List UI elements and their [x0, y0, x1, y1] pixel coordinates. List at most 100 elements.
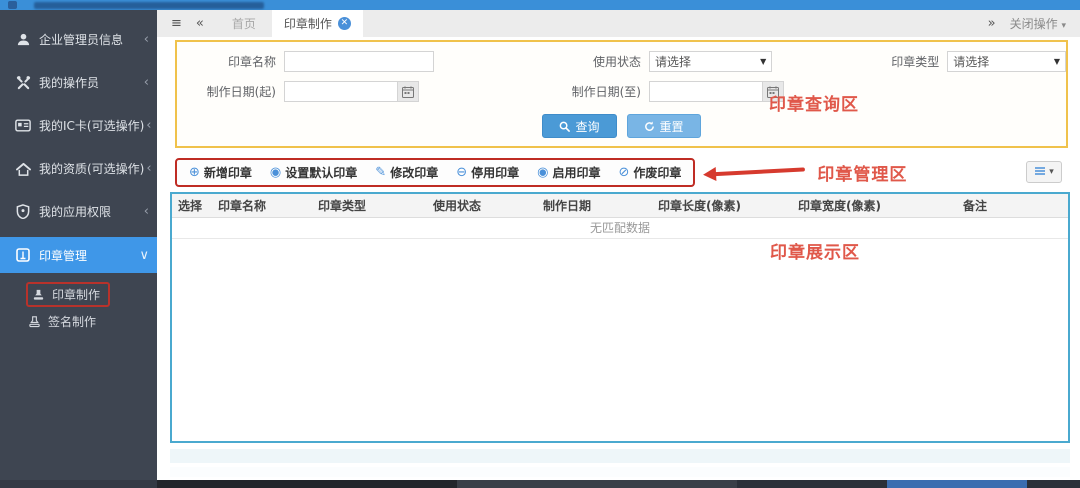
date-to-field: [649, 81, 784, 102]
shield-icon: [14, 204, 32, 220]
annotation-arrow: [703, 164, 807, 182]
col-header-seal-width[interactable]: 印章宽度(像素): [792, 194, 957, 218]
close-tab-icon[interactable]: ✕: [337, 17, 351, 30]
select-value: 请选择: [953, 55, 990, 69]
sidebar-item-admin-info[interactable]: 企业管理员信息 ‹: [0, 18, 157, 61]
id-card-icon: [14, 118, 32, 134]
enable-seal-button[interactable]: ◉ 启用印章: [537, 164, 600, 181]
stamp-icon: [30, 288, 46, 302]
disable-seal-button[interactable]: ⊖ 停用印章: [456, 164, 519, 181]
chevron-left-icon: ‹: [146, 118, 152, 133]
signature-stamp-icon: [26, 315, 42, 329]
hamburger-menu-icon[interactable]: ≡: [171, 16, 182, 31]
default-circle-icon: ◉: [269, 164, 282, 180]
col-header-select[interactable]: 选择: [172, 194, 212, 218]
add-seal-button[interactable]: ⊕ 新增印章: [189, 164, 252, 181]
query-button-label: 查询: [575, 119, 600, 134]
chevron-left-icon: ‹: [143, 75, 149, 90]
seal-table: 选择 印章名称 印章类型 使用状态 制作日期 印章长度(像素) 印章宽度(像素)…: [172, 194, 1068, 239]
app-window: 企业管理员信息 ‹ 我的操作员 ‹ 我的IC卡(可选操作) ‹ 我的资质(可选操…: [0, 0, 1080, 488]
chevron-left-icon: ‹: [143, 204, 149, 219]
caret-down-icon: ▼: [1053, 57, 1060, 66]
column-settings-button[interactable]: ▾: [1026, 161, 1062, 183]
date-from-input[interactable]: [285, 82, 397, 101]
add-circle-icon: ⊕: [189, 164, 200, 180]
set-default-seal-button[interactable]: ◉ 设置默认印章: [270, 164, 357, 181]
enable-circle-icon: ◉: [537, 164, 549, 180]
table-empty-row: 无匹配数据: [172, 217, 1068, 239]
sidebar-subitem-label: 印章制作: [52, 288, 101, 302]
seal-type-label: 印章类型: [891, 55, 940, 69]
sidebar-item-label: 我的应用权限: [39, 205, 112, 219]
home-icon: [14, 161, 32, 177]
seal-toolbar-row: ⊕ 新增印章 ◉ 设置默认印章 ✎ 修改印章 ⊖ 停用印章 ◉ 启用印章 ⊘ 作…: [157, 155, 1080, 189]
chevron-left-icon: ‹: [143, 32, 149, 47]
seal-display-panel: 选择 印章名称 印章类型 使用状态 制作日期 印章长度(像素) 印章宽度(像素)…: [170, 192, 1070, 443]
col-header-seal-type[interactable]: 印章类型: [312, 194, 427, 218]
sidebar-item-label: 企业管理员信息: [39, 33, 124, 47]
tab-seal-making[interactable]: 印章制作 ✕: [271, 10, 363, 37]
content-area: 印章名称 使用状态 请选择 ▼ 印章类型 请选择 ▼ 制作日期(起) 制作日期(…: [157, 37, 1080, 480]
table-header-row: 选择 印章名称 印章类型 使用状态 制作日期 印章长度(像素) 印章宽度(像素)…: [172, 194, 1068, 218]
button-label: 作废印章: [633, 165, 682, 180]
calendar-icon[interactable]: [397, 82, 418, 101]
sidebar-item-ic-card[interactable]: 我的IC卡(可选操作) ‹: [0, 104, 157, 147]
tabbar-right-controls: » 关闭操作 ▾: [988, 15, 1080, 32]
annotation-manage-area: 印章管理区: [817, 164, 908, 185]
query-button[interactable]: 查询: [542, 114, 617, 138]
taskbar-segment: [1027, 480, 1080, 488]
button-label: 修改印章: [390, 165, 439, 180]
date-to-input[interactable]: [650, 82, 762, 101]
void-seal-button[interactable]: ⊘ 作废印章: [618, 164, 681, 181]
col-header-make-date[interactable]: 制作日期: [537, 194, 652, 218]
list-icon: [1035, 167, 1046, 175]
search-row-1: 印章名称 使用状态 请选择 ▼ 印章类型 请选择 ▼: [177, 51, 1066, 72]
col-header-seal-length[interactable]: 印章长度(像素): [652, 194, 792, 218]
sidebar: 企业管理员信息 ‹ 我的操作员 ‹ 我的IC卡(可选操作) ‹ 我的资质(可选操…: [0, 10, 157, 480]
chevron-down-icon: ∨: [139, 247, 149, 263]
caret-down-icon: ▼: [760, 57, 767, 66]
seal-type-select[interactable]: 请选择 ▼: [947, 51, 1066, 72]
taskbar-segment: [0, 480, 157, 488]
void-circle-icon: ⊘: [618, 164, 630, 180]
taskbar-segment: [887, 480, 1027, 488]
seal-query-panel: 印章名称 使用状态 请选择 ▼ 印章类型 请选择 ▼ 制作日期(起) 制作日期(…: [175, 40, 1068, 148]
select-value: 请选择: [655, 55, 692, 69]
col-header-remark[interactable]: 备注: [957, 194, 1068, 218]
disable-circle-icon: ⊖: [456, 164, 468, 180]
taskbar-segment: [157, 480, 457, 488]
no-data-message: 无匹配数据: [172, 217, 1068, 239]
scroll-tabs-left-icon[interactable]: «: [196, 16, 204, 31]
cropped-taskbar-strip: [0, 480, 1080, 488]
seal-name-input[interactable]: [284, 51, 434, 72]
sidebar-subitem-seal-making[interactable]: 印章制作: [0, 281, 157, 308]
sidebar-item-app-permissions[interactable]: 我的应用权限 ‹: [0, 190, 157, 233]
top-header-bar: [0, 0, 1080, 10]
use-status-select[interactable]: 请选择 ▼: [649, 51, 773, 72]
close-operations-menu[interactable]: 关闭操作 ▾: [1010, 15, 1066, 32]
col-header-seal-name[interactable]: 印章名称: [212, 194, 312, 218]
sidebar-item-label: 印章管理: [39, 248, 88, 263]
toolbar-red-box: ⊕ 新增印章 ◉ 设置默认印章 ✎ 修改印章 ⊖ 停用印章 ◉ 启用印章 ⊘ 作…: [175, 157, 696, 187]
reset-button[interactable]: 重置: [626, 114, 701, 138]
search-row-2: 制作日期(起) 制作日期(至): [177, 81, 1066, 102]
sidebar-item-seal-management[interactable]: 印章管理 ∨: [0, 237, 157, 273]
sidebar-item-qualifications[interactable]: 我的资质(可选操作) ‹: [0, 147, 157, 190]
sidebar-subitem-signature-making[interactable]: 签名制作: [0, 308, 157, 335]
main-area: ≡ « 首页 印章制作 ✕ » 关闭操作 ▾ 印章名称 使用状态 请选择 ▼ 印…: [157, 10, 1080, 480]
caret-down-icon: ▾: [1049, 167, 1054, 177]
edit-seal-button[interactable]: ✎ 修改印章: [375, 164, 438, 181]
user-icon: [14, 32, 32, 48]
taskbar-segment: [737, 480, 887, 488]
sidebar-item-label: 我的操作员: [39, 76, 100, 90]
sidebar-item-operators[interactable]: 我的操作员 ‹: [0, 61, 157, 104]
col-header-use-status[interactable]: 使用状态: [427, 194, 537, 218]
date-from-label: 制作日期(起): [206, 85, 276, 99]
tab-bar: ≡ « 首页 印章制作 ✕ » 关闭操作 ▾: [157, 10, 1080, 37]
tab-home[interactable]: 首页: [226, 15, 262, 32]
scroll-tabs-right-icon[interactable]: »: [988, 16, 996, 31]
button-label: 设置默认印章: [285, 165, 358, 180]
taskbar-segment: [457, 480, 737, 488]
caret-down-icon: ▾: [1061, 21, 1066, 31]
sidebar-submenu: 印章制作 签名制作: [0, 281, 157, 335]
